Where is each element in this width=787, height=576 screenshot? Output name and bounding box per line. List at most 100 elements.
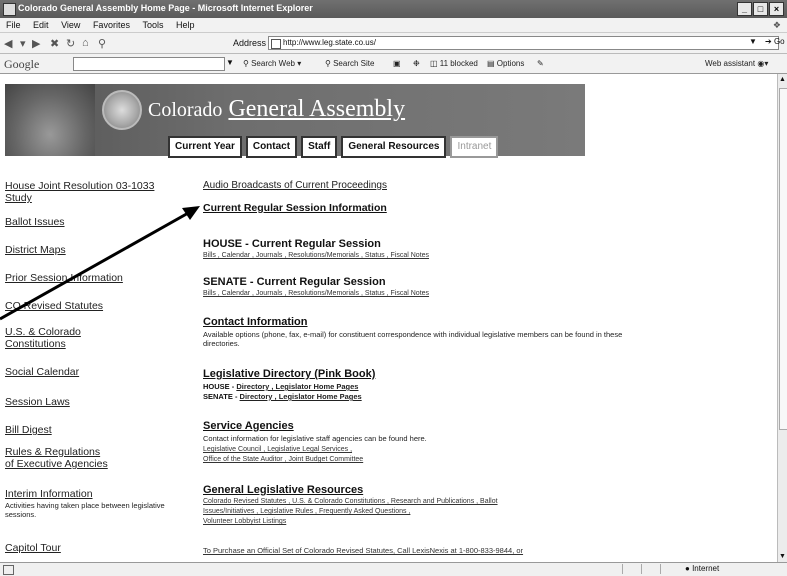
scroll-thumb[interactable] bbox=[779, 88, 787, 430]
google-search-input[interactable] bbox=[73, 57, 225, 71]
windows-logo-icon: ❖ bbox=[772, 20, 781, 30]
google-logo[interactable]: Google bbox=[4, 57, 39, 72]
back-dropdown-icon[interactable]: ▾ bbox=[20, 37, 26, 50]
capitol-image bbox=[5, 84, 95, 156]
senate-directory-links[interactable]: Directory , Legislator Home Pages bbox=[240, 392, 362, 401]
home-icon[interactable]: ⌂ bbox=[82, 37, 89, 49]
left-link-study[interactable]: Study bbox=[5, 192, 32, 204]
forward-button-icon[interactable]: ▶ bbox=[32, 37, 40, 50]
google-toolbar: Google ▼ ⚲ Search Web ▾ ⚲ Search Site ▣ … bbox=[0, 54, 787, 74]
menu-bar: File Edit View Favorites Tools Help ❖ bbox=[0, 18, 787, 33]
left-link-bill-digest[interactable]: Bill Digest bbox=[5, 424, 52, 436]
address-label: Address bbox=[233, 38, 267, 48]
options-label: Options bbox=[496, 59, 525, 68]
pagerank-icon[interactable]: ❉ bbox=[413, 59, 420, 68]
vertical-scrollbar[interactable]: ▲ ▼ bbox=[777, 74, 787, 562]
left-link-ballot-issues[interactable]: Ballot Issues bbox=[5, 216, 65, 228]
site-title-state: Colorado bbox=[148, 99, 223, 121]
left-link-constitutions-2[interactable]: Constitutions bbox=[5, 338, 66, 350]
search-site-button[interactable]: ⚲ Search Site bbox=[325, 59, 374, 68]
highlight-icon[interactable]: ✎ bbox=[537, 59, 544, 68]
left-link-district-maps[interactable]: District Maps bbox=[5, 244, 66, 256]
scroll-up-icon[interactable]: ▲ bbox=[779, 76, 786, 83]
status-pane-2 bbox=[641, 564, 660, 574]
senate-directory-row: SENATE - Directory , Legislator Home Pag… bbox=[203, 392, 362, 401]
resources-links-2[interactable]: Issues/Initiatives , Legislative Rules ,… bbox=[203, 508, 410, 515]
page-icon bbox=[271, 39, 281, 49]
menu-tools[interactable]: Tools bbox=[142, 18, 163, 32]
service-description: Contact information for legislative staf… bbox=[203, 434, 427, 443]
house-directory-row: HOUSE - Directory , Legislator Home Page… bbox=[203, 382, 358, 391]
nav-intranet[interactable]: Intranet bbox=[450, 136, 499, 158]
resources-links-1[interactable]: Colorado Revised Statutes , U.S. & Color… bbox=[203, 498, 498, 505]
service-links-1[interactable]: Legislative Council , Legislative Legal … bbox=[203, 446, 352, 453]
scroll-down-icon[interactable]: ▼ bbox=[779, 553, 786, 560]
popup-blocker-button[interactable]: ◫ 11 blocked bbox=[430, 59, 478, 68]
site-title: Colorado General Assembly bbox=[148, 96, 405, 123]
state-seal-icon bbox=[102, 90, 142, 130]
menu-help[interactable]: Help bbox=[176, 18, 195, 32]
purchase-statutes-link[interactable]: To Purchase an Official Set of Colorado … bbox=[203, 546, 523, 555]
refresh-icon[interactable]: ↻ bbox=[66, 37, 75, 50]
site-title-assembly[interactable]: General Assembly bbox=[228, 96, 405, 122]
left-link-hjr-study[interactable]: House Joint Resolution 03-1033 bbox=[5, 180, 154, 192]
resources-links-3[interactable]: Volunteer Lobbyist Listings bbox=[203, 518, 286, 525]
search-site-label: Search Site bbox=[333, 59, 375, 68]
minimize-button[interactable]: _ bbox=[737, 2, 752, 16]
senate-session-links[interactable]: Bills , Calendar , Journals , Resolution… bbox=[203, 290, 429, 297]
nav-current-year[interactable]: Current Year bbox=[168, 136, 242, 158]
globe-icon: ● bbox=[685, 564, 690, 573]
search-icon[interactable]: ⚲ bbox=[98, 37, 106, 50]
left-link-session-laws[interactable]: Session Laws bbox=[5, 396, 70, 408]
left-link-rules[interactable]: Rules & Regulations bbox=[5, 446, 100, 458]
house-session-title: HOUSE - Current Regular Session bbox=[203, 238, 381, 250]
session-info-link[interactable]: Current Regular Session Information bbox=[203, 202, 387, 214]
maximize-button[interactable]: □ bbox=[753, 2, 768, 16]
status-panes bbox=[622, 564, 679, 574]
search-web-button[interactable]: ⚲ Search Web ▾ bbox=[243, 59, 301, 68]
left-link-prior-session[interactable]: Prior Session Information bbox=[5, 272, 123, 284]
contact-description: Available options (phone, fax, e-mail) f… bbox=[203, 330, 623, 348]
back-button-icon[interactable]: ◀ bbox=[4, 37, 12, 50]
interim-description: Activities having taken place between le… bbox=[5, 501, 165, 519]
popup-blocked-count: 11 blocked bbox=[439, 59, 478, 68]
go-button[interactable]: ➔ Go bbox=[765, 37, 785, 46]
address-input[interactable]: http://www.leg.state.co.us/ bbox=[268, 36, 779, 50]
address-url: http://www.leg.state.co.us/ bbox=[283, 38, 376, 47]
left-link-revised-statutes[interactable]: CO Revised Statutes bbox=[5, 300, 103, 312]
left-link-social-calendar[interactable]: Social Calendar bbox=[5, 366, 79, 378]
close-button[interactable]: × bbox=[769, 2, 784, 16]
nav-contact[interactable]: Contact bbox=[245, 136, 298, 158]
status-pane-3 bbox=[660, 564, 679, 574]
window-title-bar: Colorado General Assembly Home Page - Mi… bbox=[0, 0, 787, 18]
left-link-rules-2[interactable]: of Executive Agencies bbox=[5, 458, 108, 470]
left-link-constitutions[interactable]: U.S. & Colorado bbox=[5, 326, 81, 338]
menu-view[interactable]: View bbox=[61, 18, 80, 32]
options-button[interactable]: ▤ Options bbox=[487, 59, 524, 68]
nav-general-resources[interactable]: General Resources bbox=[341, 136, 447, 158]
address-dropdown-icon[interactable]: ▼ bbox=[749, 37, 757, 46]
zone-label: Internet bbox=[692, 564, 720, 573]
left-link-interim[interactable]: Interim Information bbox=[5, 488, 93, 500]
audio-broadcasts-link[interactable]: Audio Broadcasts of Current Proceedings bbox=[203, 180, 387, 191]
menu-edit[interactable]: Edit bbox=[33, 18, 49, 32]
status-pane-1 bbox=[622, 564, 641, 574]
resources-link[interactable]: General Legislative Resources bbox=[203, 484, 363, 496]
ie-icon bbox=[3, 3, 16, 16]
menu-favorites[interactable]: Favorites bbox=[93, 18, 130, 32]
google-dropdown-icon[interactable]: ▼ bbox=[226, 58, 234, 67]
directory-link[interactable]: Legislative Directory (Pink Book) bbox=[203, 368, 375, 380]
house-directory-links[interactable]: Directory , Legislator Home Pages bbox=[236, 382, 358, 391]
house-session-links[interactable]: Bills , Calendar , Journals , Resolution… bbox=[203, 252, 429, 259]
service-agencies-link[interactable]: Service Agencies bbox=[203, 420, 294, 432]
main-nav: Current Year Contact Staff General Resou… bbox=[168, 136, 499, 158]
contact-info-link[interactable]: Contact Information bbox=[203, 316, 308, 328]
service-links-2[interactable]: Office of the State Auditor , Joint Budg… bbox=[203, 456, 363, 463]
go-label: Go bbox=[773, 37, 785, 46]
nav-staff[interactable]: Staff bbox=[301, 136, 338, 158]
page-info-icon[interactable]: ▣ bbox=[393, 59, 401, 68]
menu-file[interactable]: File bbox=[6, 18, 21, 32]
stop-icon[interactable]: ✖ bbox=[50, 37, 59, 50]
web-assistant-button[interactable]: Web assistant ◉▾ bbox=[705, 59, 768, 68]
left-link-capitol-tour[interactable]: Capitol Tour bbox=[5, 542, 61, 554]
